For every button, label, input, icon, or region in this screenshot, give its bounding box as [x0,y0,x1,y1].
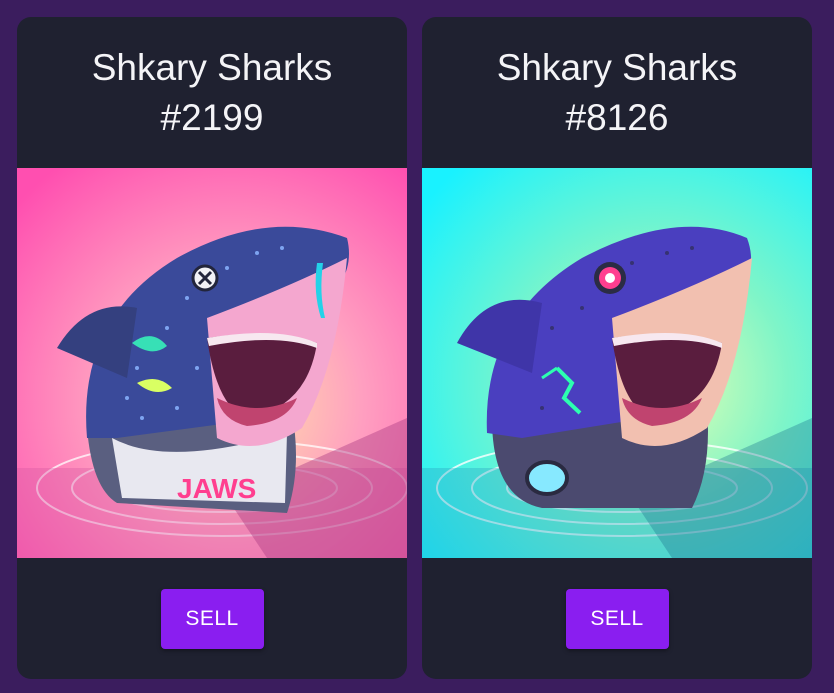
sell-button[interactable]: SELL [160,588,264,649]
collection-name: Shkary Sharks [496,46,738,88]
card-title: Shkary Sharks #8126 [422,17,812,168]
nft-card: Shkary Sharks #2199 JAWS SELL [17,17,407,679]
token-number: #8126 [565,96,669,138]
sell-button[interactable]: SELL [565,588,669,649]
nft-image: JAWS [17,168,407,558]
collection-name: Shkary Sharks [91,46,333,88]
card-title: Shkary Sharks #2199 [17,17,407,168]
nft-card: Shkary Sharks #8126 SELL [422,17,812,679]
token-number: #2199 [160,96,264,138]
shirt-text: JAWS [177,473,256,504]
nft-image [422,168,812,558]
